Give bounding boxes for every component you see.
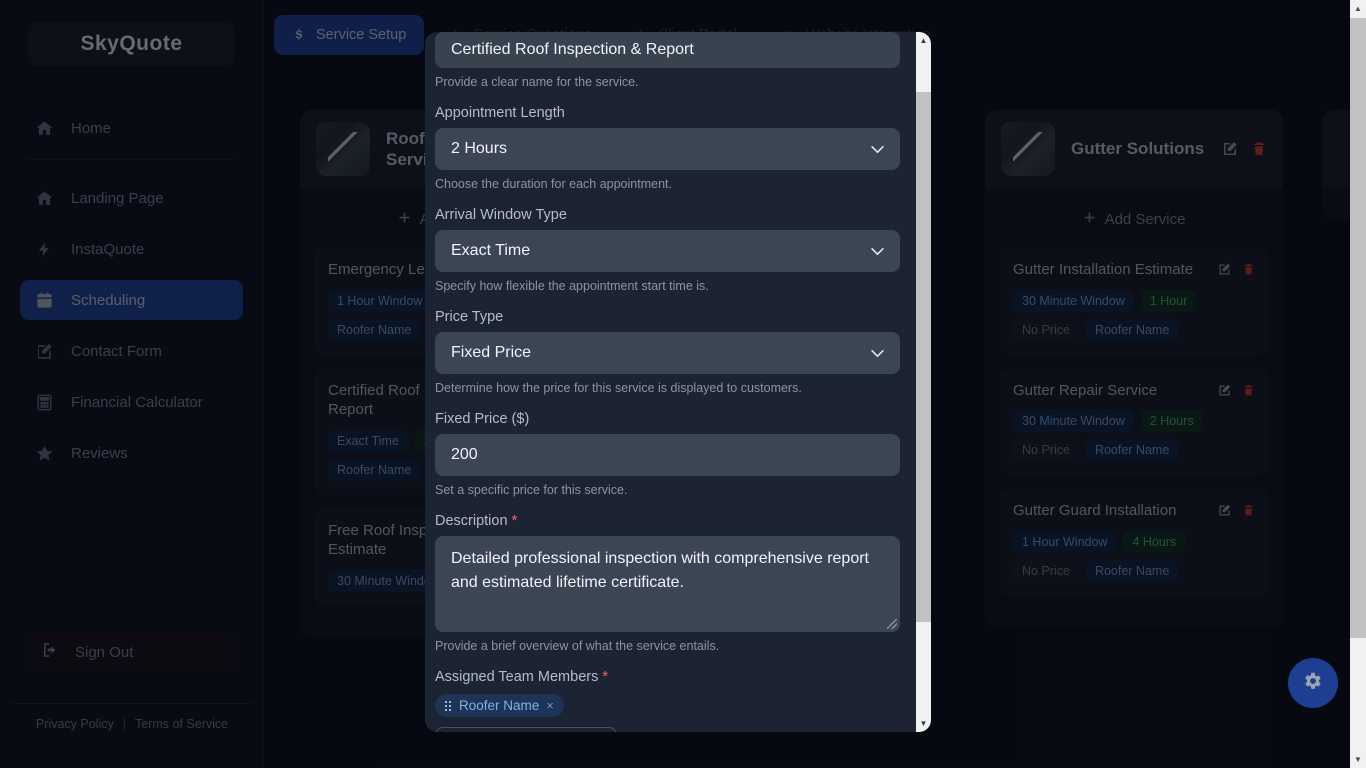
modal-scrollbar[interactable]: ▲ ▼	[916, 32, 931, 732]
required-asterisk: *	[602, 669, 609, 685]
fixed-price-label: Fixed Price ($)	[435, 411, 530, 427]
drag-handle-icon[interactable]	[445, 700, 451, 711]
price-type-label: Price Type	[435, 309, 504, 325]
assigned-team-members-chips: Roofer Name ×	[435, 694, 904, 717]
required-asterisk: *	[511, 513, 518, 529]
app-root: SkyQuote Home Landing Page InstaQuote	[0, 0, 1366, 768]
price-type-hint: Determine how the price for this service…	[435, 381, 802, 395]
description-label-text: Description	[435, 513, 508, 529]
resize-handle[interactable]	[887, 619, 897, 629]
price-type-select[interactable]: Fixed Price	[435, 332, 900, 374]
arrival-window-type-value: Exact Time	[451, 242, 531, 259]
chevron-down-icon	[871, 346, 884, 361]
page-scrollbar[interactable]: ▲ ▼	[1350, 0, 1366, 768]
description-label: Description *	[435, 513, 904, 529]
modal-scrollbar-thumb[interactable]	[916, 92, 931, 622]
assigned-team-members-label-text: Assigned Team Members	[435, 669, 599, 685]
page-scroll-down-arrow-icon[interactable]: ▼	[1350, 751, 1366, 768]
arrival-window-type-select[interactable]: Exact Time	[435, 230, 900, 272]
chevron-down-icon	[871, 142, 884, 157]
fixed-price-input[interactable]: 200	[435, 434, 900, 476]
team-member-chip[interactable]: Roofer Name ×	[435, 694, 564, 717]
chevron-down-icon	[871, 244, 884, 259]
modal-scroll-content: Certified Roof Inspection & Report Provi…	[425, 32, 916, 732]
gear-icon	[1302, 670, 1324, 697]
settings-fab-button[interactable]	[1288, 658, 1338, 708]
scroll-down-arrow-icon[interactable]: ▼	[916, 715, 931, 732]
add-team-member-button[interactable]: + Add Team Member	[435, 727, 617, 732]
edit-service-modal: Certified Roof Inspection & Report Provi…	[425, 32, 931, 732]
service-name-input[interactable]: Certified Roof Inspection & Report	[435, 32, 900, 68]
description-value: Detailed professional inspection with co…	[451, 550, 869, 591]
price-type-value: Fixed Price	[451, 344, 532, 361]
arrival-window-type-hint: Specify how flexible the appointment sta…	[435, 279, 709, 293]
appointment-length-label: Appointment Length	[435, 105, 565, 121]
fixed-price-hint: Set a specific price for this service.	[435, 483, 628, 497]
appointment-length-hint: Choose the duration for each appointment…	[435, 177, 672, 191]
remove-chip-icon[interactable]: ×	[546, 698, 554, 713]
description-hint: Provide a brief overview of what the ser…	[435, 639, 720, 653]
arrival-window-type-label: Arrival Window Type	[435, 207, 567, 223]
service-name-hint: Provide a clear name for the service.	[435, 75, 639, 89]
page-scrollbar-thumb[interactable]	[1350, 18, 1366, 638]
scroll-up-arrow-icon[interactable]: ▲	[916, 32, 931, 49]
description-textarea[interactable]: Detailed professional inspection with co…	[435, 536, 900, 632]
page-scroll-up-arrow-icon[interactable]: ▲	[1350, 0, 1366, 17]
appointment-length-select[interactable]: 2 Hours	[435, 128, 900, 170]
appointment-length-value: 2 Hours	[451, 140, 508, 157]
assigned-team-members-label: Assigned Team Members *	[435, 669, 904, 685]
team-member-name: Roofer Name	[459, 698, 540, 713]
